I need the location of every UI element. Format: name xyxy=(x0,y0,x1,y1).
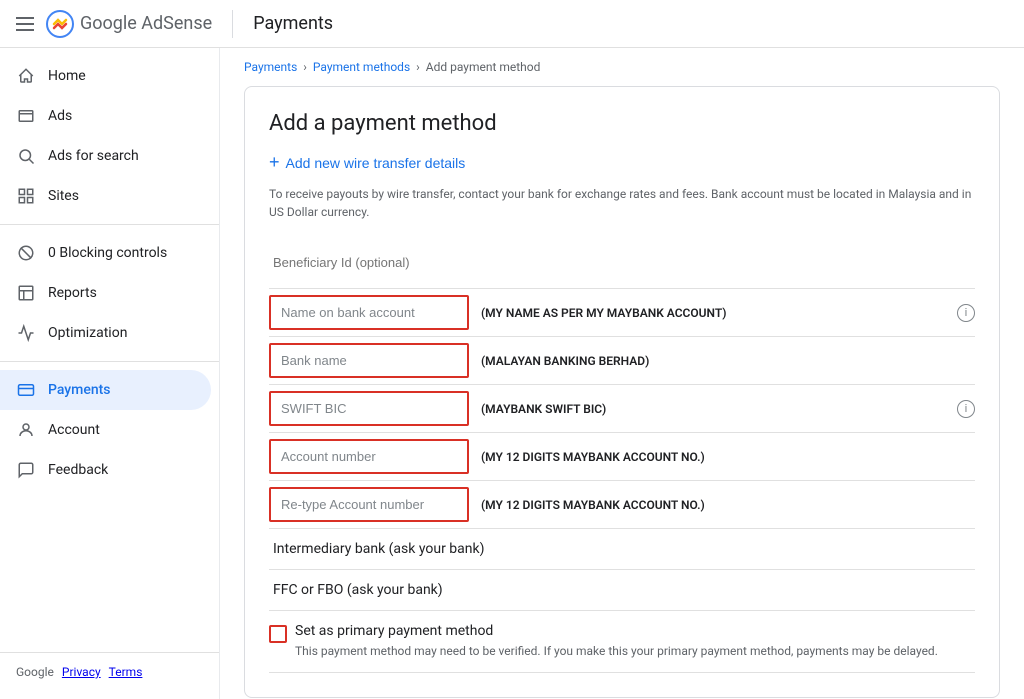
topbar-title: Payments xyxy=(253,13,333,34)
beneficiary-input[interactable] xyxy=(269,247,975,278)
field-row-account: (MY 12 DIGITS MAYBANK ACCOUNT NO.) xyxy=(269,433,975,481)
footer-terms[interactable]: Terms xyxy=(109,665,143,679)
field-row-name: (MY NAME AS PER MY MAYBANK ACCOUNT) i xyxy=(269,289,975,337)
optimization-icon xyxy=(16,323,36,343)
primary-payment-checkbox[interactable] xyxy=(269,625,287,643)
retype-account-input[interactable] xyxy=(269,487,469,522)
plus-icon: + xyxy=(269,152,280,173)
sidebar-label-sites: Sites xyxy=(48,188,79,204)
breadcrumb-payment-methods[interactable]: Payment methods xyxy=(313,60,410,74)
breadcrumb-current: Add payment method xyxy=(426,60,541,74)
sidebar: Home Ads Ads for search Sites 0 Bl xyxy=(0,48,220,699)
main-layout: Home Ads Ads for search Sites 0 Bl xyxy=(0,48,1024,699)
sidebar-item-feedback[interactable]: Feedback xyxy=(0,450,211,490)
sidebar-label-ads-search: Ads for search xyxy=(48,148,139,164)
sidebar-label-account: Account xyxy=(48,422,100,438)
ffc-field: FFC or FBO (ask your bank) xyxy=(269,570,975,611)
checkbox-label: Set as primary payment method xyxy=(295,623,938,639)
footer-brand: Google xyxy=(16,665,54,679)
payments-icon xyxy=(16,380,36,400)
field-row-bank: (MALAYAN BANKING BERHAD) xyxy=(269,337,975,385)
breadcrumb-sep-1: › xyxy=(303,60,307,74)
swift-bic-input[interactable] xyxy=(269,391,469,426)
topbar: Google AdSense Payments xyxy=(0,0,1024,48)
account-hint: (MY 12 DIGITS MAYBANK ACCOUNT NO.) xyxy=(481,450,975,464)
checkbox-text: Set as primary payment method This payme… xyxy=(295,623,938,660)
bank-input-wrap xyxy=(269,343,469,378)
sidebar-label-payments: Payments xyxy=(48,382,111,398)
intermediary-field: Intermediary bank (ask your bank) xyxy=(269,529,975,570)
sidebar-label-optimization: Optimization xyxy=(48,325,127,341)
sidebar-divider-2 xyxy=(0,361,219,362)
content-area: Payments › Payment methods › Add payment… xyxy=(220,48,1024,699)
name-info-icon[interactable]: i xyxy=(957,304,975,322)
add-wire-label: Add new wire transfer details xyxy=(286,155,466,171)
topbar-divider xyxy=(232,10,233,38)
reports-icon xyxy=(16,283,36,303)
feedback-icon xyxy=(16,460,36,480)
form-card: Add a payment method + Add new wire tran… xyxy=(244,86,1000,698)
wire-info: To receive payouts by wire transfer, con… xyxy=(269,185,975,221)
retype-input-wrap xyxy=(269,487,469,522)
name-hint: (MY NAME AS PER MY MAYBANK ACCOUNT) xyxy=(481,306,951,320)
name-on-account-input[interactable] xyxy=(269,295,469,330)
field-group: (MY NAME AS PER MY MAYBANK ACCOUNT) i (M… xyxy=(269,289,975,529)
breadcrumb-sep-2: › xyxy=(416,60,420,74)
ads-icon xyxy=(16,106,36,126)
sidebar-footer: Google Privacy Terms xyxy=(0,652,219,691)
sidebar-item-payments[interactable]: Payments xyxy=(0,370,211,410)
sidebar-item-reports[interactable]: Reports xyxy=(0,273,211,313)
sidebar-label-home: Home xyxy=(48,68,86,84)
swift-info-icon[interactable]: i xyxy=(957,400,975,418)
field-row-swift: (MAYBANK SWIFT BIC) i xyxy=(269,385,975,433)
beneficiary-row xyxy=(269,241,975,289)
swift-hint: (MAYBANK SWIFT BIC) xyxy=(481,402,951,416)
account-icon xyxy=(16,420,36,440)
adsense-logo-icon xyxy=(46,10,74,38)
sidebar-label-ads: Ads xyxy=(48,108,72,124)
bank-name-input[interactable] xyxy=(269,343,469,378)
home-icon xyxy=(16,66,36,86)
field-row-retype: (MY 12 DIGITS MAYBANK ACCOUNT NO.) xyxy=(269,481,975,529)
breadcrumb-payments[interactable]: Payments xyxy=(244,60,297,74)
sidebar-item-sites[interactable]: Sites xyxy=(0,176,211,216)
logo: Google AdSense xyxy=(46,10,212,38)
sidebar-item-home[interactable]: Home xyxy=(0,56,211,96)
add-wire-button[interactable]: + Add new wire transfer details xyxy=(269,152,465,173)
swift-input-wrap xyxy=(269,391,469,426)
logo-text: Google AdSense xyxy=(80,13,212,34)
blocking-icon xyxy=(16,243,36,263)
account-number-input[interactable] xyxy=(269,439,469,474)
breadcrumb: Payments › Payment methods › Add payment… xyxy=(220,48,1024,86)
name-input-wrap xyxy=(269,295,469,330)
sidebar-label-reports: Reports xyxy=(48,285,97,301)
sidebar-item-blocking[interactable]: 0 Blocking controls xyxy=(0,233,211,273)
sidebar-label-blocking: 0 Blocking controls xyxy=(48,245,167,261)
sidebar-divider-1 xyxy=(0,224,219,225)
checkbox-row: Set as primary payment method This payme… xyxy=(269,611,975,673)
sidebar-item-ads[interactable]: Ads xyxy=(0,96,211,136)
checkbox-sublabel: This payment method may need to be verif… xyxy=(295,643,938,660)
retype-hint: (MY 12 DIGITS MAYBANK ACCOUNT NO.) xyxy=(481,498,975,512)
footer-privacy[interactable]: Privacy xyxy=(62,665,101,679)
sidebar-item-account[interactable]: Account xyxy=(0,410,211,450)
account-input-wrap xyxy=(269,439,469,474)
sidebar-label-feedback: Feedback xyxy=(48,462,108,478)
sidebar-item-ads-search[interactable]: Ads for search xyxy=(0,136,211,176)
menu-icon[interactable] xyxy=(16,17,34,31)
sidebar-item-optimization[interactable]: Optimization xyxy=(0,313,211,353)
form-title: Add a payment method xyxy=(269,111,975,136)
sites-icon xyxy=(16,186,36,206)
bank-hint: (MALAYAN BANKING BERHAD) xyxy=(481,354,975,368)
search-icon xyxy=(16,146,36,166)
